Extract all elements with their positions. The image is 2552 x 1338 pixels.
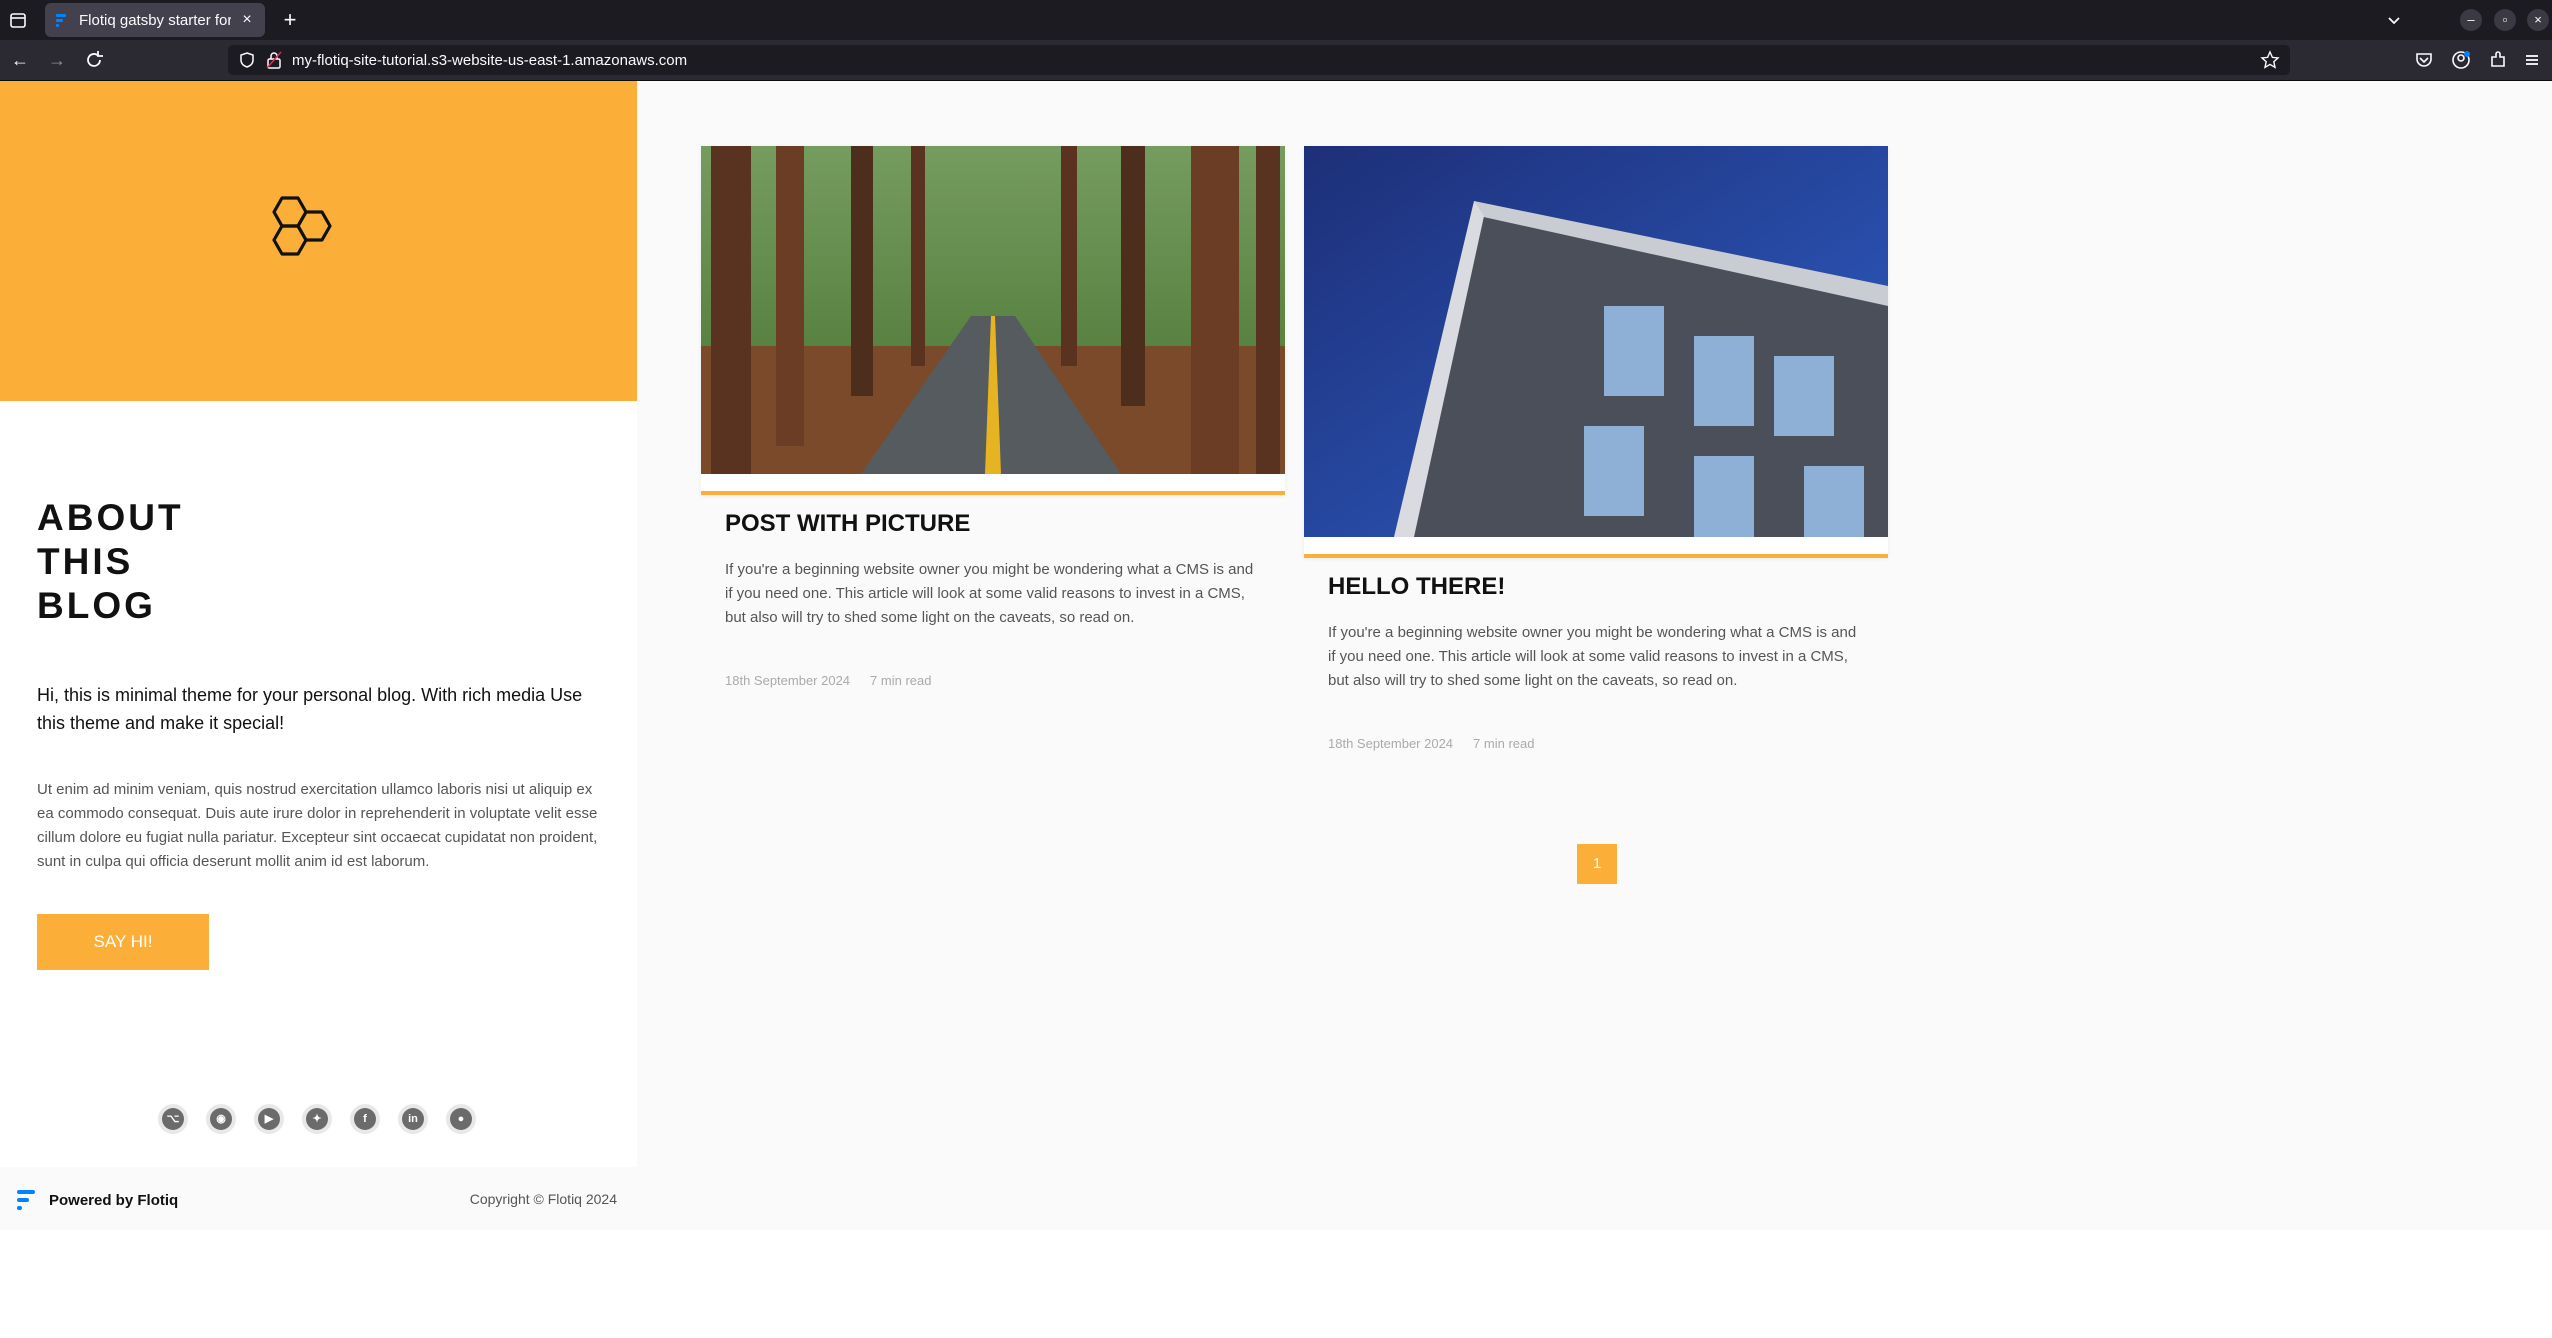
tab-title: Flotiq gatsby starter for b [79,11,231,29]
pagination-page-1[interactable]: 1 [1577,844,1617,884]
post-meta: 18th September 2024 7 min read [1328,736,1534,751]
app-menu-icon[interactable] [2520,48,2544,72]
posts-area: POST WITH PICTURE If you're a beginning … [637,81,2552,1230]
close-window-icon[interactable]: × [2527,9,2549,31]
flotiq-logo-icon [17,1190,35,1210]
list-all-tabs-chevron-icon[interactable] [2384,10,2404,30]
powered-by-text: Powered by Flotiq [49,1191,179,1209]
forward-arrow-icon[interactable]: → [45,48,69,72]
post-excerpt: If you're a beginning website owner you … [725,561,1254,626]
intro-text: Hi, this is minimal theme for your perso… [37,685,583,733]
extensions-icon[interactable] [2486,48,2510,72]
post-title[interactable]: HELLO THERE! [1328,573,1505,601]
honeycomb-logo-icon[interactable] [264,189,368,293]
minimize-window-icon[interactable]: – [2460,9,2482,31]
powered-by-flotiq-link[interactable]: Powered by Flotiq [15,1187,178,1213]
copyright-text: Copyright © Flotiq 2024 [469,1191,617,1207]
sidebar-hero [0,81,637,401]
new-tab-button[interactable]: + [276,6,304,34]
facebook-icon[interactable]: f [350,1104,380,1134]
about-description: Ut enim ad minim veniam, quis nostrud ex… [37,781,598,870]
post-date: 18th September 2024 [1328,736,1454,751]
web-page: ABOUT THIS BLOG Hi, this is minimal them… [0,81,2552,1338]
maximize-window-icon[interactable]: ▫ [2494,9,2516,31]
linkedin-icon[interactable]: in [398,1104,428,1134]
post-excerpt: If you're a beginning website owner you … [1328,624,1857,689]
back-arrow-icon[interactable]: ← [8,48,32,72]
discord-icon[interactable]: ◉ [206,1104,236,1134]
post-title[interactable]: POST WITH PICTURE [725,510,970,538]
forest-road-photo [701,146,1285,474]
flotiq-favicon-icon [56,14,66,27]
youtube-icon[interactable]: ▶ [254,1104,284,1134]
browser-tab-bar: Flotiq gatsby starter for b × + – ▫ × [0,0,2552,40]
post-card[interactable]: HELLO THERE! If you're a beginning websi… [1304,146,1888,751]
pocket-icon[interactable] [2412,48,2436,72]
post-meta: 18th September 2024 7 min read [725,673,931,688]
browser-tab[interactable]: Flotiq gatsby starter for b × [45,3,265,37]
tab-close-icon[interactable]: × [239,11,255,29]
social-links: ⌥ ◉ ▶ ✦ f in ● [158,1104,476,1134]
sidebar: ABOUT THIS BLOG Hi, this is minimal them… [0,81,637,1230]
reload-icon[interactable] [82,48,106,72]
building-photo [1304,146,1888,537]
insecure-lock-icon[interactable] [266,51,282,69]
sidebar-footer: Powered by Flotiq Copyright © Flotiq 202… [0,1167,637,1230]
post-card[interactable]: POST WITH PICTURE If you're a beginning … [701,146,1285,688]
about-title-line: BLOG [37,585,156,626]
twitter-icon[interactable]: ✦ [302,1104,332,1134]
github-icon[interactable]: ⌥ [158,1104,188,1134]
bookmark-star-icon[interactable] [2260,50,2280,70]
post-image[interactable] [1304,146,1888,537]
about-title-line: THIS [37,541,134,582]
about-title-line: ABOUT [37,497,184,538]
browser-nav-bar: ← → my-flotiq-site-tutorial.s3-website-u… [0,40,2552,81]
post-read-time: 7 min read [870,673,932,688]
tab-list-icon[interactable] [6,8,30,32]
say-hi-button[interactable]: SAY HI! [37,914,209,970]
post-read-time: 7 min read [1473,736,1535,751]
url-bar[interactable]: my-flotiq-site-tutorial.s3-website-us-ea… [228,45,2290,75]
reddit-icon[interactable]: ● [446,1104,476,1134]
url-text: my-flotiq-site-tutorial.s3-website-us-ea… [292,51,688,69]
post-date: 18th September 2024 [725,673,851,688]
tracking-protection-shield-icon[interactable] [238,51,256,69]
post-image[interactable] [701,146,1285,474]
about-title: ABOUT THIS BLOG [37,496,337,628]
account-icon[interactable] [2449,48,2473,72]
